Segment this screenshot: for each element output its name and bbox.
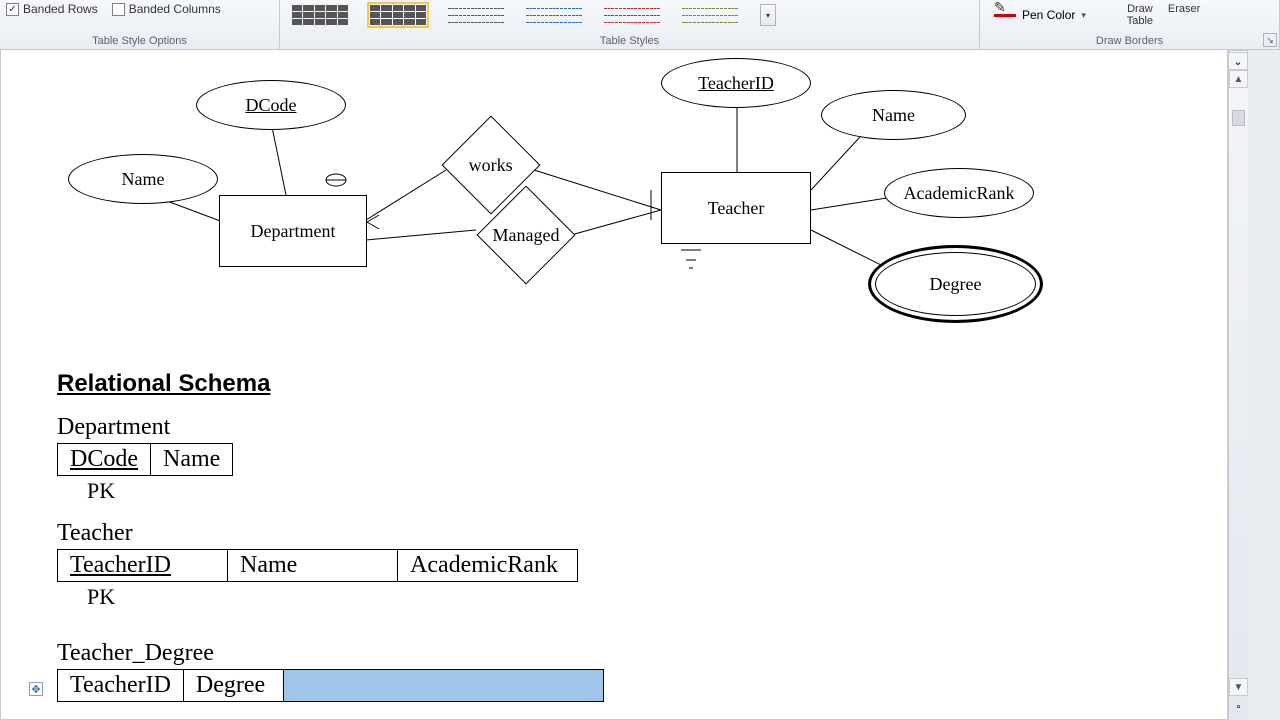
col-dcode[interactable]: DCode [58,444,151,476]
scroll-down-icon[interactable]: ▼ [1229,678,1248,696]
pen-icon [994,14,1016,17]
group-draw-borders: Pen Color ▾ Draw Table Eraser Draw Borde… [980,0,1280,49]
checkbox-banded-columns[interactable]: Banded Columns [112,2,221,16]
draw-table-label: Draw Table [1120,3,1160,27]
style-thumb-dashed-gray[interactable] [448,5,504,25]
document-page: DCode Name Department works Managed Teac… [0,50,1228,720]
style-thumb-dashed-blue[interactable] [526,5,582,25]
label-banded-rows: Banded Rows [23,2,98,16]
table-name-teacher: Teacher [57,520,604,547]
attr-dcode: DCode [196,80,346,130]
style-thumb-dashed-green[interactable] [682,5,738,25]
style-thumb-solid[interactable] [292,5,348,25]
table-teacher[interactable]: TeacherID Name AcademicRank [57,549,578,582]
attr-name-teacher: Name [821,90,966,140]
ribbon: ✓ Banded Rows Banded Columns Table Style… [0,0,1280,50]
relational-schema-section: Relational Schema Department DCode Name … [57,370,604,702]
style-thumb-dashed-red[interactable] [604,5,660,25]
checkbox-empty-icon [112,3,125,16]
group-table-styles: ▾ Table Styles [280,0,980,49]
table-department[interactable]: DCode Name [57,443,233,476]
pen-color-dropdown[interactable]: Pen Color ▾ [986,2,1094,28]
eraser-label: Eraser [1168,3,1200,15]
table-name-department: Department [57,414,604,441]
attr-name-dept: Name [68,154,218,204]
checkbox-banded-rows[interactable]: ✓ Banded Rows [6,2,98,16]
scroll-thumb[interactable] [1232,110,1245,126]
group-label-styles: Table Styles [286,35,973,49]
document-content: DCode Name Department works Managed Teac… [1,50,1227,719]
chevron-down-icon: ▾ [1081,10,1086,21]
selected-empty-cell[interactable] [283,670,603,702]
col-teacherid[interactable]: TeacherID [58,550,228,582]
col-name-teacher[interactable]: Name [228,550,398,582]
pk-label-teacher: PK [87,584,604,610]
col-academic-rank[interactable]: AcademicRank [398,550,578,582]
entity-teacher: Teacher [661,172,811,244]
table-styles-gallery[interactable]: ▾ [286,2,973,28]
group-label-borders: Draw Borders [986,35,1273,49]
checkmark-icon: ✓ [6,3,19,16]
table-name-teacher-degree: Teacher_Degree [57,640,604,667]
vertical-scrollbar[interactable]: ▭ ▲ ▼ ∘ [1228,50,1248,720]
style-thumb-selected[interactable] [370,5,426,25]
pen-color-label: Pen Color [1022,8,1075,22]
attr-degree-multivalued: Degree [868,245,1043,323]
schema-heading: Relational Schema [57,370,604,398]
col-td-teacherid[interactable]: TeacherID [58,670,184,702]
entity-department: Department [219,195,367,267]
gallery-expand-button[interactable]: ▾ [760,4,776,26]
table-move-handle-icon[interactable]: ✥ [29,682,43,696]
next-page-icon[interactable]: ∘ [1229,698,1248,716]
draw-table-button[interactable]: Draw Table [1120,3,1160,27]
label-banded-columns: Banded Columns [129,2,221,16]
group-label-tso: Table Style Options [6,35,273,49]
workspace: DCode Name Department works Managed Teac… [0,50,1280,720]
col-name-dept[interactable]: Name [151,444,233,476]
eraser-button[interactable]: Eraser [1168,3,1200,15]
group-table-style-options: ✓ Banded Rows Banded Columns Table Style… [0,0,280,49]
col-td-degree[interactable]: Degree [183,670,283,702]
side-tools: ⌄ [1228,52,1258,72]
dialog-launcher-icon[interactable]: ↘ [1263,33,1277,47]
pk-label-dept: PK [87,478,604,504]
scroll-up-icon[interactable]: ▲ [1229,70,1248,88]
attr-teacherid: TeacherID [661,58,811,108]
attr-academic-rank: AcademicRank [884,168,1034,218]
minimize-ribbon-icon[interactable]: ⌄ [1228,52,1248,70]
table-teacher-degree[interactable]: TeacherID Degree [57,669,604,702]
